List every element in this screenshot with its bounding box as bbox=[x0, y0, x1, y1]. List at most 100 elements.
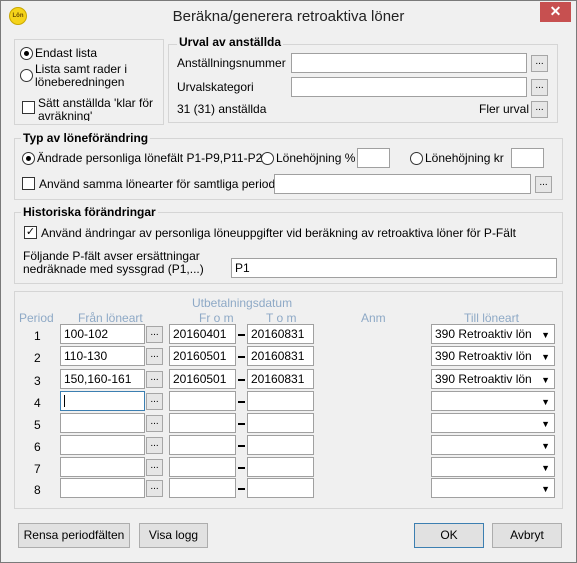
clear-periods-button[interactable]: Rensa periodfälten bbox=[18, 523, 130, 548]
payment-date-header: Utbetalningsdatum bbox=[192, 296, 293, 310]
pfields-input[interactable]: P1 bbox=[231, 258, 557, 278]
same-salary-types-browse-button[interactable]: ... bbox=[535, 176, 552, 193]
selection-category-input[interactable] bbox=[291, 77, 527, 97]
to-date-input[interactable] bbox=[247, 435, 314, 455]
title-bar: Lön Beräkna/generera retroaktiva löner ✕ bbox=[1, 1, 576, 32]
chevron-down-icon: ▼ bbox=[541, 330, 550, 340]
from-date-input[interactable]: 20160501 bbox=[169, 369, 236, 389]
checkbox-same-salary-types[interactable] bbox=[22, 177, 35, 190]
to-date-input[interactable]: 20160831 bbox=[247, 346, 314, 366]
to-salary-type-select[interactable]: ▼ bbox=[431, 457, 555, 477]
from-salary-type-input[interactable]: 100-102 bbox=[60, 324, 145, 344]
from-date-input[interactable] bbox=[169, 478, 236, 498]
date-range-dash bbox=[238, 488, 245, 490]
to-date-input[interactable] bbox=[247, 478, 314, 498]
checkbox-ready-for-settlement[interactable] bbox=[22, 101, 35, 114]
from-salary-type-browse-button[interactable]: ... bbox=[146, 437, 163, 454]
from-date-input[interactable] bbox=[169, 457, 236, 477]
from-date-input[interactable]: 20160401 bbox=[169, 324, 236, 344]
from-salary-type-input[interactable]: 110-130 bbox=[60, 346, 145, 366]
from-salary-type-input[interactable] bbox=[60, 391, 145, 411]
selection-category-browse-button[interactable]: ... bbox=[531, 79, 548, 96]
to-date-input[interactable] bbox=[247, 391, 314, 411]
to-date-input[interactable] bbox=[247, 413, 314, 433]
date-range-dash bbox=[238, 423, 245, 425]
period-number: 7 bbox=[34, 462, 41, 476]
from-salary-type-input[interactable] bbox=[60, 435, 145, 455]
to-salary-type-select[interactable]: 390 Retroaktiv lön ▼ bbox=[431, 346, 555, 366]
period-number: 5 bbox=[34, 418, 41, 432]
to-salary-type-select[interactable]: ▼ bbox=[431, 391, 555, 411]
from-salary-type-browse-button[interactable]: ... bbox=[146, 393, 163, 410]
from-date-input[interactable] bbox=[169, 435, 236, 455]
date-range-dash bbox=[238, 334, 245, 336]
date-range-dash bbox=[238, 401, 245, 403]
from-date-input[interactable] bbox=[169, 413, 236, 433]
to-salary-type-select[interactable]: ▼ bbox=[431, 435, 555, 455]
more-selection-button[interactable]: ... bbox=[531, 101, 548, 118]
text-cursor bbox=[64, 395, 65, 407]
radio-raise-percent-label: Lönehöjning % bbox=[276, 151, 356, 165]
from-salary-type-browse-button[interactable]: ... bbox=[146, 348, 163, 365]
more-selection-label: Fler urval bbox=[479, 102, 530, 116]
chevron-down-icon: ▼ bbox=[541, 484, 550, 494]
from-salary-type-browse-button[interactable]: ... bbox=[146, 326, 163, 343]
close-button[interactable]: ✕ bbox=[540, 2, 571, 22]
employee-number-label: Anställningsnummer bbox=[177, 56, 286, 70]
date-range-dash bbox=[238, 356, 245, 358]
chevron-down-icon: ▼ bbox=[541, 441, 550, 451]
radio-raise-kr[interactable] bbox=[410, 152, 423, 165]
from-date-input[interactable]: 20160501 bbox=[169, 346, 236, 366]
ok-button[interactable]: OK bbox=[414, 523, 484, 548]
from-date-input[interactable] bbox=[169, 391, 236, 411]
same-salary-types-input[interactable] bbox=[274, 174, 531, 194]
period-number: 6 bbox=[34, 440, 41, 454]
checkbox-use-history-changes[interactable]: ✓ bbox=[24, 226, 37, 239]
date-range-dash bbox=[238, 379, 245, 381]
period-number: 3 bbox=[34, 374, 41, 388]
to-date-input[interactable] bbox=[247, 457, 314, 477]
to-salary-type-value: 390 Retroaktiv lön bbox=[435, 349, 532, 363]
history-title: Historiska förändringar bbox=[21, 205, 158, 219]
period-number: 2 bbox=[34, 351, 41, 365]
from-salary-type-input[interactable] bbox=[60, 478, 145, 498]
radio-personal-fields[interactable] bbox=[22, 152, 35, 165]
salary-change-type-title: Typ av löneförändring bbox=[21, 131, 151, 145]
from-salary-type-input[interactable] bbox=[60, 457, 145, 477]
period-number: 1 bbox=[34, 329, 41, 343]
to-salary-type-select[interactable]: ▼ bbox=[431, 413, 555, 433]
employee-number-browse-button[interactable]: ... bbox=[531, 55, 548, 72]
chevron-down-icon: ▼ bbox=[541, 375, 550, 385]
to-salary-type-select[interactable]: 390 Retroaktiv lön ▼ bbox=[431, 324, 555, 344]
cancel-button[interactable]: Avbryt bbox=[492, 523, 562, 548]
radio-list-and-rows-label: Lista samt rader i löneberedningen bbox=[35, 62, 128, 89]
from-salary-type-browse-button[interactable]: ... bbox=[146, 371, 163, 388]
to-salary-type-value: 390 Retroaktiv lön bbox=[435, 327, 532, 341]
show-log-button[interactable]: Visa logg bbox=[139, 523, 208, 548]
radio-list-and-rows[interactable] bbox=[20, 69, 33, 82]
from-date-header: Fr o m bbox=[199, 311, 234, 325]
employee-selection-title: Urval av anställda bbox=[177, 35, 284, 49]
to-type-header: Till löneart bbox=[464, 311, 519, 325]
note-header: Anm bbox=[361, 311, 386, 325]
selection-category-label: Urvalskategori bbox=[177, 80, 254, 94]
from-salary-type-browse-button[interactable]: ... bbox=[146, 459, 163, 476]
from-salary-type-browse-button[interactable]: ... bbox=[146, 415, 163, 432]
radio-only-list[interactable] bbox=[20, 47, 33, 60]
to-salary-type-select[interactable]: 390 Retroaktiv lön ▼ bbox=[431, 369, 555, 389]
to-date-input[interactable]: 20160831 bbox=[247, 369, 314, 389]
raise-percent-input[interactable] bbox=[357, 148, 390, 168]
from-salary-type-browse-button[interactable]: ... bbox=[146, 480, 163, 497]
radio-raise-percent[interactable] bbox=[261, 152, 274, 165]
employee-number-input[interactable] bbox=[291, 53, 527, 73]
period-number: 4 bbox=[34, 396, 41, 410]
date-range-dash bbox=[238, 467, 245, 469]
chevron-down-icon: ▼ bbox=[541, 397, 550, 407]
chevron-down-icon: ▼ bbox=[541, 352, 550, 362]
chevron-down-icon: ▼ bbox=[541, 463, 550, 473]
raise-kr-input[interactable] bbox=[511, 148, 544, 168]
to-salary-type-select[interactable]: ▼ bbox=[431, 478, 555, 498]
to-date-input[interactable]: 20160831 bbox=[247, 324, 314, 344]
from-salary-type-input[interactable] bbox=[60, 413, 145, 433]
from-salary-type-input[interactable]: 150,160-161 bbox=[60, 369, 145, 389]
